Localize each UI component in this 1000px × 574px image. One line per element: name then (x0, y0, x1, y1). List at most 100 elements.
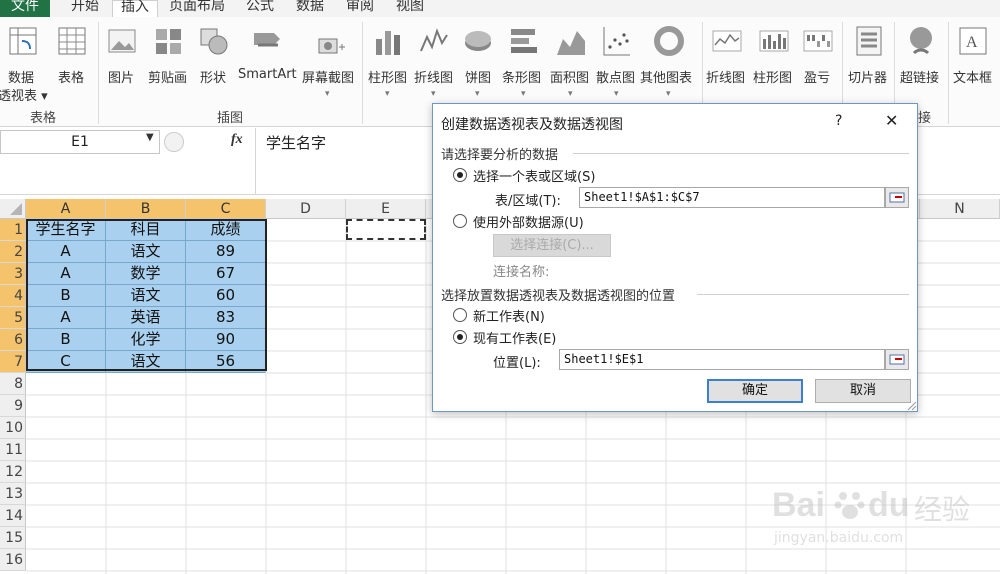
close-button[interactable]: ✕ (885, 111, 898, 130)
scatter-chart-button[interactable]: 散点图 ▾ (594, 21, 640, 101)
tab-view[interactable]: 视图 (390, 0, 430, 17)
chevron-down-icon: ▾ (385, 89, 390, 99)
row-header-7[interactable]: 7 (0, 351, 26, 373)
location-input[interactable]: Sheet1!$E$1 (559, 349, 885, 370)
group-label-illustrations: 插图 (217, 111, 244, 126)
row-header-1[interactable]: 1 (0, 219, 26, 241)
connection-name-label: 连接名称: (493, 265, 550, 280)
tab-page-layout[interactable]: 页面布局 (164, 0, 230, 17)
tab-formulas[interactable]: 公式 (240, 0, 280, 17)
tab-file[interactable]: 文件 (0, 0, 50, 17)
winloss-button[interactable]: 盈亏 (798, 21, 838, 101)
choose-connection-button[interactable]: 选择连接(C)... (493, 234, 611, 257)
radio-external-source[interactable] (453, 214, 467, 228)
sparkline-column-button[interactable]: 柱形图 (752, 21, 796, 101)
chevron-down-icon: ▾ (325, 89, 330, 99)
area-chart-button[interactable]: 面积图 ▾ (548, 21, 594, 101)
smartart-button[interactable]: SmartArt (236, 21, 298, 101)
help-button[interactable]: ? (835, 113, 842, 129)
chevron-down-icon: ▾ (521, 89, 526, 99)
bar-chart-button[interactable]: 条形图 ▾ (500, 21, 548, 101)
collapse-dialog-button[interactable] (885, 349, 909, 370)
row-header-12[interactable]: 12 (0, 461, 26, 483)
tab-insert[interactable]: 插入 (112, 0, 158, 18)
radio-existing-sheet[interactable] (453, 330, 467, 344)
area-chart-icon (557, 31, 585, 55)
slicer-button[interactable]: 切片器 (846, 21, 892, 101)
scatter-chart-label: 散点图 (596, 71, 636, 86)
column-header-a[interactable]: A (26, 199, 106, 219)
row-header-15[interactable]: 15 (0, 527, 26, 549)
resize-grip-icon[interactable] (905, 399, 917, 411)
picture-button[interactable]: 图片 (104, 21, 140, 101)
column-header-d[interactable]: D (266, 199, 346, 219)
collapse-dialog-button[interactable] (885, 187, 909, 208)
textbox-button[interactable]: A 文本框 (950, 21, 1000, 101)
column-header-c[interactable]: C (186, 199, 266, 219)
table-button[interactable]: 表格 (54, 21, 90, 101)
radio-existing-sheet-label[interactable]: 现有工作表(E) (473, 328, 556, 347)
group-separator (98, 22, 99, 124)
shapes-button[interactable]: 形状 (196, 21, 232, 101)
row-header-10[interactable]: 10 (0, 417, 26, 439)
divider (697, 294, 909, 295)
watermark-cn: 经验 (914, 493, 971, 526)
row-header-9[interactable]: 9 (0, 395, 26, 417)
radio-select-range-label[interactable]: 选择一个表或区域(S) (473, 166, 595, 185)
ok-button[interactable]: 确定 (707, 379, 803, 403)
cancel-entry-icon[interactable] (164, 132, 184, 152)
row-header-11[interactable]: 11 (0, 439, 26, 461)
picture-label: 图片 (108, 71, 135, 86)
pie-chart-button[interactable]: 饼图 ▾ (460, 21, 496, 101)
chevron-down-icon: ▾ (431, 89, 436, 99)
row-header-5[interactable]: 5 (0, 307, 26, 329)
group-separator (948, 22, 949, 124)
row-header-13[interactable]: 13 (0, 483, 26, 505)
target-cell-e1[interactable] (346, 219, 426, 240)
sparkline-line-button[interactable]: 折线图 (704, 21, 750, 101)
row-header-3[interactable]: 3 (0, 263, 26, 285)
other-charts-button[interactable]: 其他图表 ▾ (640, 21, 698, 101)
sparkline-column-icon (759, 30, 789, 52)
chevron-down-icon[interactable]: ▼ (146, 132, 154, 143)
tab-home[interactable]: 开始 (60, 0, 110, 17)
tab-data[interactable]: 数据 (290, 0, 330, 17)
row-header-2[interactable]: 2 (0, 241, 26, 263)
select-all-corner[interactable] (0, 199, 26, 219)
column-header-b[interactable]: B (106, 199, 186, 219)
column-header-n[interactable]: N (920, 199, 1000, 219)
row-header-6[interactable]: 6 (0, 329, 26, 351)
formula-input[interactable]: 学生名字 (266, 132, 326, 153)
screenshot-button[interactable]: 屏幕截图 ▾ (300, 21, 360, 101)
pivot-sublabel: 透视表 ▾ (0, 89, 48, 104)
clipart-label: 剪贴画 (148, 71, 188, 86)
cancel-button[interactable]: 取消 (815, 379, 911, 403)
column-header-e[interactable]: E (346, 199, 426, 219)
radio-new-sheet[interactable] (453, 308, 467, 322)
hyperlink-button[interactable]: 超链接 (898, 21, 944, 101)
radio-select-range[interactable] (453, 168, 467, 182)
bar-chart-label: 条形图 (502, 71, 542, 86)
pie-chart-icon (465, 31, 491, 51)
radio-external-source-label[interactable]: 使用外部数据源(U) (473, 212, 584, 231)
function-icon[interactable]: fx (231, 132, 243, 148)
row-header-8[interactable]: 8 (0, 373, 26, 395)
row-header-4[interactable]: 4 (0, 285, 26, 307)
range-input[interactable]: Sheet1!$A$1:$C$7 (579, 187, 885, 208)
radio-new-sheet-label[interactable]: 新工作表(N) (473, 306, 545, 325)
name-box[interactable]: E1 (0, 130, 160, 154)
line-chart-icon (420, 28, 448, 52)
column-chart-icon (376, 31, 400, 55)
tab-review[interactable]: 审阅 (340, 0, 380, 17)
row-header-16[interactable]: 16 (0, 549, 26, 571)
clipart-button[interactable]: 剪贴画 (146, 21, 192, 101)
pivot-table-button[interactable]: 数据 透视表 ▾ (0, 21, 48, 104)
line-chart-button[interactable]: 折线图 ▾ (412, 21, 456, 101)
clipart-icon (156, 29, 181, 54)
column-chart-button[interactable]: 柱形图 ▾ (366, 21, 410, 101)
winloss-label: 盈亏 (804, 71, 831, 86)
table-label: 表格 (58, 71, 85, 86)
row-header-14[interactable]: 14 (0, 505, 26, 527)
dialog-title: 创建数据透视表及数据透视图 (441, 117, 623, 133)
shapes-icon (200, 28, 228, 55)
